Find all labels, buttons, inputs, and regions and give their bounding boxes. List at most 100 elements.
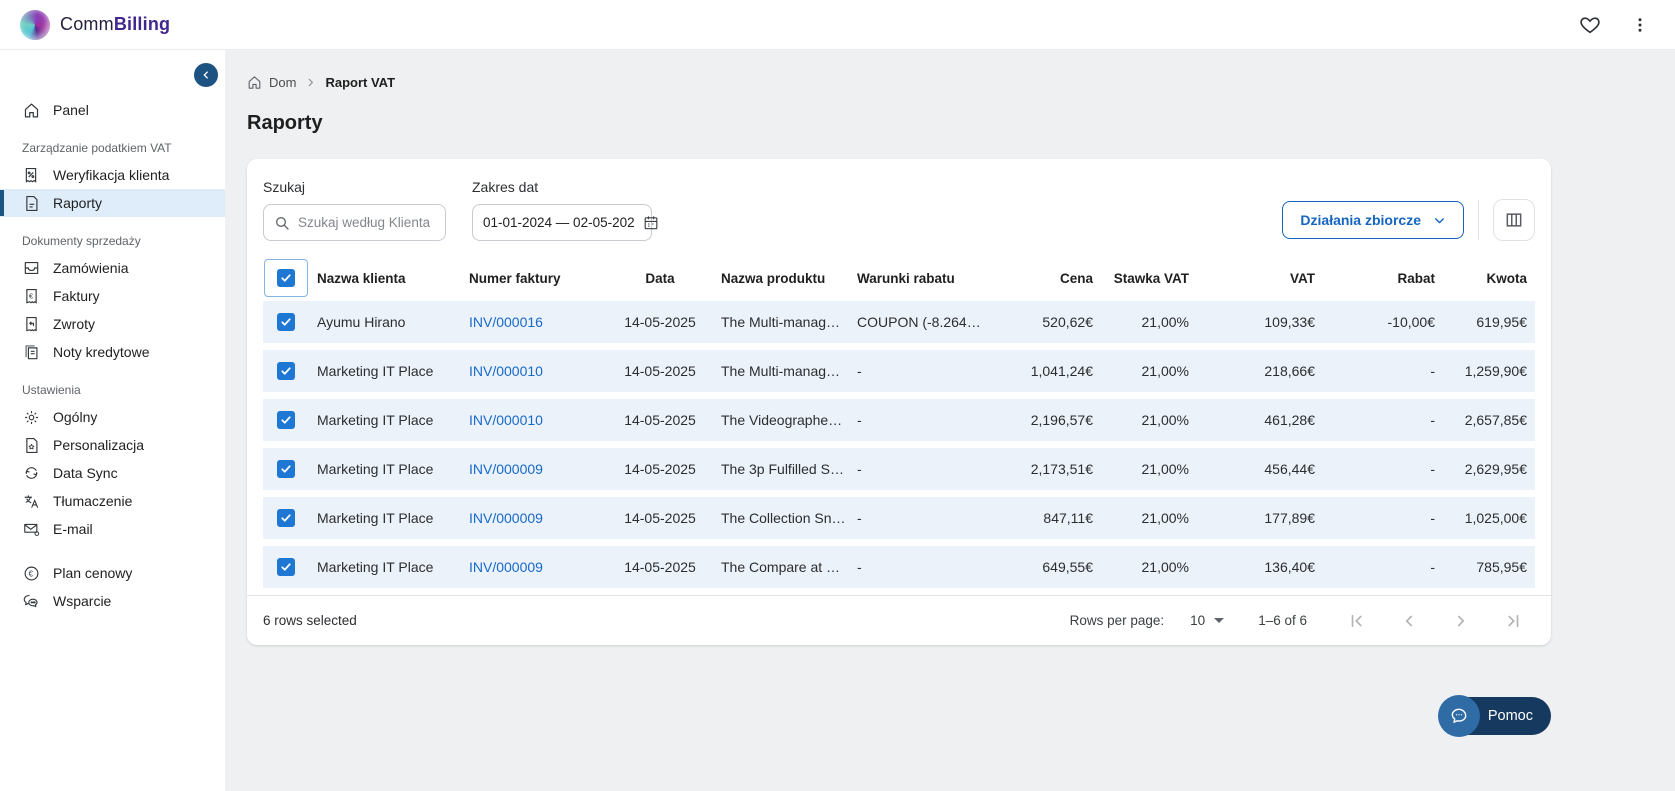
row-checkbox[interactable]: [277, 460, 295, 478]
sidebar-item-wsparcie[interactable]: Wsparcie: [0, 587, 225, 615]
table-row: Marketing IT Place INV/000009 14-05-2025…: [263, 448, 1535, 490]
cell-vat: 109,33€: [1264, 314, 1315, 330]
cell-date: 14-05-2025: [624, 510, 696, 526]
sidebar-item-noty-kredytowe[interactable]: Noty kredytowe: [0, 338, 225, 366]
sidebar-item-ogolny[interactable]: Ogólny: [0, 403, 225, 431]
sidebar-section-dokumenty: Dokumenty sprzedaży: [22, 234, 141, 248]
cell-price: 2,196,57€: [1030, 412, 1093, 428]
sidebar-item-plan-cenowy[interactable]: € Plan cenowy: [0, 559, 225, 587]
sidebar-item-data-sync[interactable]: Data Sync: [0, 459, 225, 487]
search-input[interactable]: [298, 215, 435, 230]
cell-vat: 136,40€: [1264, 559, 1315, 575]
column-header-vat[interactable]: VAT: [1197, 271, 1323, 286]
row-checkbox[interactable]: [277, 362, 295, 380]
sidebar-item-raporty[interactable]: Raporty: [0, 189, 225, 217]
last-page-button[interactable]: [1497, 612, 1529, 630]
sidebar-item-email[interactable]: E-mail: [0, 515, 225, 543]
cell-date: 14-05-2025: [624, 461, 696, 477]
euro-circle-icon: €: [22, 565, 40, 582]
invoice-link[interactable]: INV/000010: [469, 412, 543, 428]
previous-page-button[interactable]: [1393, 612, 1425, 630]
sidebar-item-label: Panel: [53, 102, 89, 118]
bulk-actions-label: Działania zbiorcze: [1300, 212, 1421, 228]
sidebar-item-label: E-mail: [53, 521, 93, 537]
cell-vat-rate: 21,00%: [1141, 412, 1189, 428]
sidebar-item-weryfikacja-klienta[interactable]: Weryfikacja klienta: [0, 161, 225, 189]
favorites-heart-icon[interactable]: [1579, 14, 1601, 36]
column-header-date[interactable]: Data: [607, 271, 713, 286]
brand-logo-icon: [20, 9, 50, 40]
invoice-link[interactable]: INV/000009: [469, 559, 543, 575]
cell-discount: -: [1430, 363, 1435, 379]
svg-text:€: €: [28, 291, 33, 300]
rows-per-page-select[interactable]: 10: [1190, 613, 1225, 628]
page-range-text: 1–6 of 6: [1258, 613, 1307, 628]
invoice-link[interactable]: INV/000009: [469, 461, 543, 477]
rows-per-page-label: Rows per page:: [1069, 613, 1165, 628]
brand-name-second: Billing: [113, 14, 171, 34]
row-checkbox[interactable]: [277, 509, 295, 527]
row-checkbox[interactable]: [277, 558, 295, 576]
column-header-amount[interactable]: Kwota: [1443, 271, 1535, 286]
cell-client: Marketing IT Place: [317, 559, 434, 575]
cell-discount: -10,00€: [1387, 314, 1435, 330]
invoice-link[interactable]: INV/000010: [469, 363, 543, 379]
invoice-link[interactable]: INV/000009: [469, 510, 543, 526]
cell-date: 14-05-2025: [624, 314, 696, 330]
help-button[interactable]: Pomoc: [1437, 695, 1551, 737]
first-page-button[interactable]: [1341, 612, 1373, 630]
table-row: Marketing IT Place INV/000010 14-05-2025…: [263, 350, 1535, 392]
sidebar-item-panel[interactable]: Panel: [0, 96, 225, 124]
cell-date: 14-05-2025: [624, 363, 696, 379]
next-page-button[interactable]: [1445, 612, 1477, 630]
document-star-icon: [22, 437, 40, 454]
cell-client: Marketing IT Place: [317, 510, 434, 526]
cell-vat-rate: 21,00%: [1141, 510, 1189, 526]
column-header-invoice[interactable]: Numer faktury: [461, 271, 607, 286]
sidebar-item-zamowienia[interactable]: Zamówienia: [0, 254, 225, 282]
brand: CommBilling: [20, 9, 171, 40]
column-header-discount-terms[interactable]: Warunki rabatu: [849, 271, 989, 286]
rows-selected-text: 6 rows selected: [263, 613, 357, 628]
sidebar-section-ustawienia: Ustawienia: [22, 383, 81, 397]
column-header-client[interactable]: Nazwa klienta: [309, 271, 461, 286]
select-all-outline: [264, 259, 308, 297]
invoice-link[interactable]: INV/000016: [469, 314, 543, 330]
column-header-price[interactable]: Cena: [989, 271, 1101, 286]
sidebar-item-faktury[interactable]: € Faktury: [0, 282, 225, 310]
calendar-icon: [643, 214, 659, 231]
column-header-product[interactable]: Nazwa produktu: [713, 271, 849, 286]
table-row: Marketing IT Place INV/000009 14-05-2025…: [263, 497, 1535, 539]
search-field[interactable]: [263, 204, 446, 241]
cell-date: 14-05-2025: [624, 559, 696, 575]
sync-icon: [22, 465, 40, 481]
manage-columns-button[interactable]: [1493, 199, 1535, 241]
column-header-discount[interactable]: Rabat: [1323, 271, 1443, 286]
select-all-checkbox[interactable]: [277, 269, 295, 287]
cell-vat-rate: 21,00%: [1141, 559, 1189, 575]
sidebar-item-tlumaczenie[interactable]: Tłumaczenie: [0, 487, 225, 515]
translate-icon: [22, 493, 40, 510]
sidebar-item-zwroty[interactable]: Zwroty: [0, 310, 225, 338]
row-checkbox[interactable]: [277, 313, 295, 331]
sidebar-item-label: Data Sync: [53, 465, 118, 481]
sidebar: Panel Zarządzanie podatkiem VAT Weryfika…: [0, 50, 225, 791]
cell-amount: 619,95€: [1476, 314, 1527, 330]
column-header-vat-rate[interactable]: Stawka VAT: [1101, 271, 1197, 286]
bulk-actions-button[interactable]: Działania zbiorcze: [1282, 201, 1464, 239]
cell-vat-rate: 21,00%: [1141, 363, 1189, 379]
table-row: Marketing IT Place INV/000009 14-05-2025…: [263, 546, 1535, 588]
help-chat-icon: [1437, 695, 1480, 737]
kebab-menu-icon[interactable]: [1631, 16, 1649, 34]
sidebar-item-label: Tłumaczenie: [53, 493, 133, 509]
sidebar-item-personalizacja[interactable]: Personalizacja: [0, 431, 225, 459]
document-icon: [22, 195, 40, 212]
sidebar-collapse-button[interactable]: [194, 63, 218, 87]
date-range-field[interactable]: 01-01-2024 — 02-05-202: [472, 204, 658, 241]
row-checkbox[interactable]: [277, 411, 295, 429]
breadcrumb-home-link[interactable]: Dom: [247, 75, 296, 90]
invoice-euro-icon: €: [22, 288, 40, 305]
cell-price: 2,173,51€: [1030, 461, 1093, 477]
sidebar-section-vat: Zarządzanie podatkiem VAT: [22, 141, 172, 155]
breadcrumb-home-label: Dom: [269, 75, 297, 90]
